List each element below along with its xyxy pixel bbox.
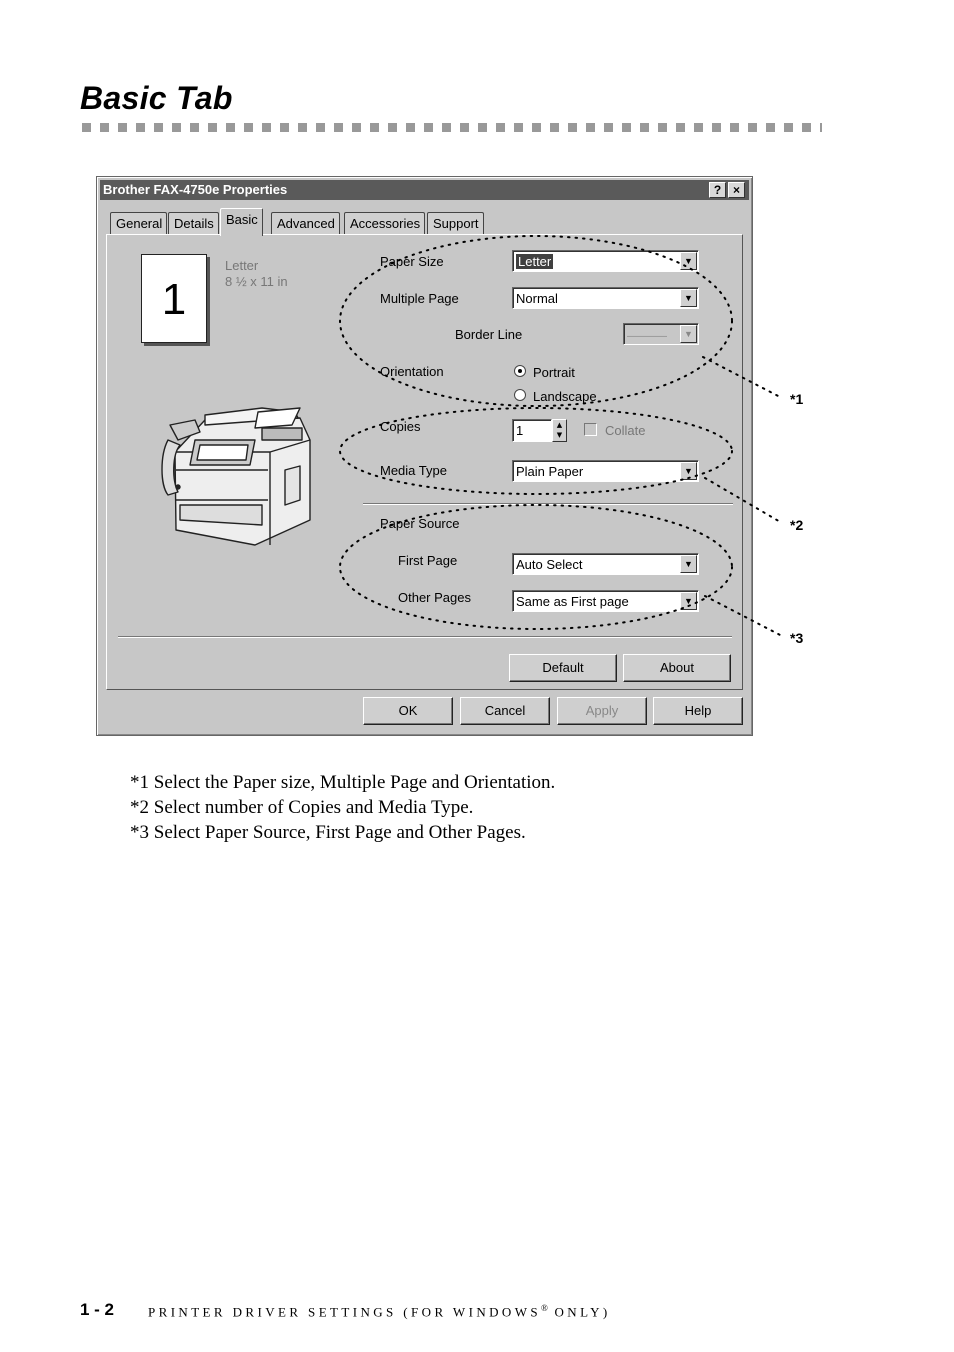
leader-line-1 [702, 356, 783, 399]
callout-ellipse-3 [339, 504, 733, 630]
callout-ellipse-1 [339, 235, 733, 407]
footer-text: PRINTER DRIVER SETTINGS (FOR WINDOWS® ON… [148, 1303, 611, 1320]
leader-line-3 [704, 595, 783, 637]
registered-mark: ® [541, 1303, 548, 1313]
callout-annotations [339, 235, 783, 637]
notes-list: *1 Select the Paper size, Multiple Page … [130, 770, 555, 845]
footer-text-end: ONLY) [547, 1304, 611, 1320]
tab-basic[interactable]: Basic [220, 208, 263, 236]
footer-text-main: PRINTER DRIVER SETTINGS (FOR WINDOWS [148, 1304, 541, 1320]
callout-ellipse-2 [339, 407, 733, 495]
leader-line-2 [704, 477, 783, 524]
callout-label-3: *3 [790, 630, 804, 646]
note-1: *1 Select the Paper size, Multiple Page … [130, 772, 556, 793]
footer-page-number: 1 - 2 [80, 1300, 115, 1319]
note-3: *3 Select Paper Source, First Page and O… [130, 822, 526, 843]
callout-label-1: *1 [790, 391, 804, 407]
callout-label-2: *2 [790, 517, 804, 533]
note-2: *2 Select number of Copies and Media Typ… [130, 797, 474, 818]
